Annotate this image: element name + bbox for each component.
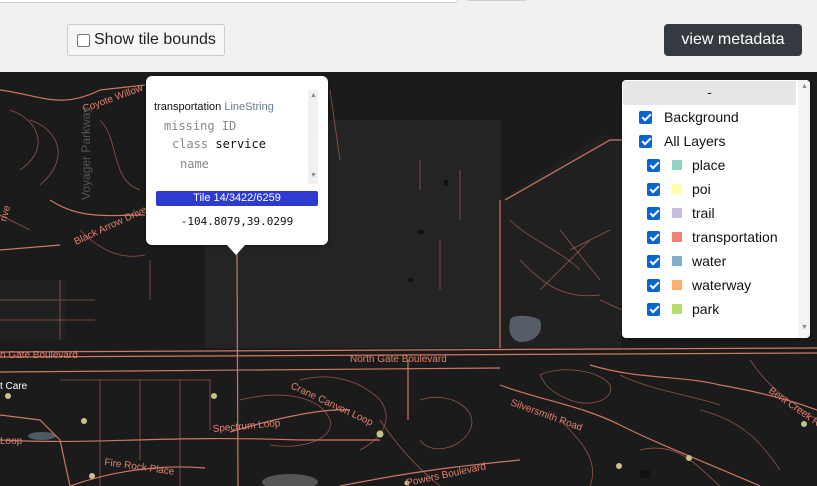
layer-label: waterway [692,277,752,293]
layer-label: Background [664,109,739,125]
layer-toggle-trail[interactable]: trail [647,203,715,223]
layer-toggle-park[interactable]: park [647,299,719,319]
layer-color-swatch [672,208,682,218]
layer-checkbox[interactable] [647,278,660,292]
street-label: Spectrum Loop [212,418,281,435]
tile-badge: Tile 14/3422/6259 [156,191,318,206]
show-tile-bounds-checkbox[interactable] [77,33,90,47]
show-tile-bounds-label: Show tile bounds [94,31,216,48]
missing-id-label: missing ID [164,119,237,133]
load-button[interactable] [466,0,528,1]
street-label: Voyager Parkway [79,107,93,200]
layer-label: water [692,253,727,269]
layer-label: transportation [692,229,778,245]
popup-scrollbar[interactable]: ▲ ▼ [308,90,318,184]
feature-popup: ▲ ▼ transportation LineString missing ID… [146,76,328,245]
street-label: t Care [0,381,28,392]
street-label: n Gate Boulevard [0,350,78,361]
layer-toggle-place[interactable]: place [647,155,725,175]
layer-color-swatch [672,280,682,290]
layer-checkbox[interactable] [647,302,660,316]
property-row: name [180,157,209,171]
layer-toggle-poi[interactable]: poi [647,179,711,199]
layer-toggle-all[interactable]: All Layers [639,131,725,151]
scroll-up-icon[interactable]: ▲ [801,83,808,90]
property-row: class service [172,137,266,151]
feature-heading: transportation LineString [154,101,274,113]
toolbar: Show tile bounds view metadata [0,0,817,72]
scroll-down-icon[interactable]: ▼ [310,172,317,179]
layer-checkbox[interactable] [647,206,660,220]
popup-tip [226,244,246,255]
scroll-up-icon[interactable]: ▲ [310,92,317,99]
street-label: Crane Canyon Loop [289,381,375,429]
layer-checkbox[interactable] [647,158,660,172]
layer-label: All Layers [664,133,726,149]
layer-label: trail [692,205,715,221]
layer-color-swatch [672,304,682,314]
layer-label: place [692,157,726,173]
view-metadata-button[interactable]: view metadata [664,24,802,56]
layer-checkbox[interactable] [647,230,660,244]
layer-label: poi [692,181,711,197]
layer-color-swatch [672,232,682,242]
background-checkbox[interactable] [639,110,652,124]
url-input[interactable] [0,0,458,3]
popup-coordinates: -104.8079,39.0299 [180,215,294,228]
all-layers-checkbox[interactable] [639,134,652,148]
street-label: Black Arrow Drive [73,204,150,248]
street-label: North Gate Boulevard [350,354,447,365]
layer-color-swatch [672,160,682,170]
layers-collapse-button[interactable]: - [623,81,796,105]
layer-toggle-background[interactable]: Background [639,107,739,127]
street-label: Silversmith Road [509,397,584,433]
layer-toggle-water[interactable]: water [647,251,726,271]
property-key: class [172,137,209,151]
layer-color-swatch [672,256,682,266]
property-key: name [180,157,209,171]
scroll-down-icon[interactable]: ▼ [801,324,808,331]
street-label: Bent Creek Roa [766,385,817,435]
feature-layer: transportation [154,101,222,113]
feature-geometry: LineString [224,101,274,113]
layer-color-swatch [672,184,682,194]
layers-panel: - ▲ ▼ Background All Layers place poi tr… [622,80,810,338]
property-value: service [215,137,266,151]
layer-label: park [692,301,720,317]
layers-scrollbar[interactable]: ▲ ▼ [798,80,810,338]
street-label: Powers Boulevard [405,461,487,486]
layer-toggle-waterway[interactable]: waterway [647,275,751,295]
show-tile-bounds-toggle[interactable]: Show tile bounds [67,24,225,56]
street-label: rive [0,204,13,223]
street-label: Fire Rock Place [104,457,176,478]
layer-checkbox[interactable] [647,254,660,268]
street-label: Loop [0,436,23,447]
layer-checkbox[interactable] [647,182,660,196]
layer-toggle-transportation[interactable]: transportation [647,227,778,247]
